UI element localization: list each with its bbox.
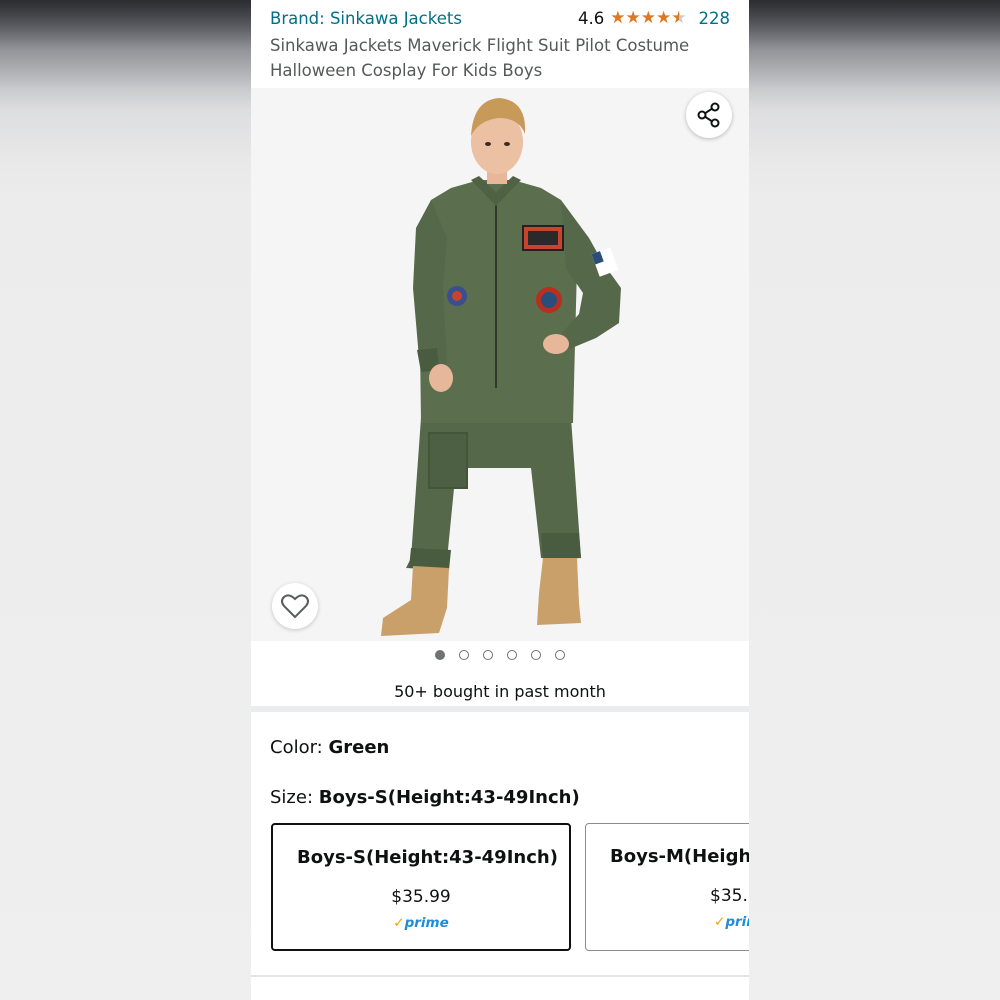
section-divider bbox=[251, 706, 749, 712]
background-right bbox=[749, 0, 1000, 1000]
product-title: Sinkawa Jackets Maverick Flight Suit Pil… bbox=[270, 36, 690, 80]
star-rating-icon: ★ ★ ★ ★ ★ bbox=[610, 10, 686, 27]
carousel-dot[interactable] bbox=[435, 650, 445, 660]
carousel-dot[interactable] bbox=[555, 650, 565, 660]
carousel-dot[interactable] bbox=[531, 650, 541, 660]
review-count-link[interactable]: 228 bbox=[699, 9, 731, 28]
star-icon: ★ bbox=[640, 8, 656, 28]
size-option-price: $35.99 bbox=[391, 887, 451, 907]
size-label: Size: bbox=[270, 787, 319, 808]
product-page: Brand: Sinkawa Jackets 4.6 ★ ★ ★ ★ ★ 228… bbox=[251, 0, 749, 1000]
carousel-dot[interactable] bbox=[459, 650, 469, 660]
background-left bbox=[0, 0, 251, 1000]
size-option-boys-s[interactable]: Boys-S(Height:43-49Inch) $35.99 ✓prime bbox=[271, 823, 571, 951]
add-to-list-button[interactable] bbox=[272, 583, 318, 629]
product-image-carousel[interactable] bbox=[251, 88, 749, 641]
prime-badge: ✓prime bbox=[586, 914, 749, 930]
prime-check-icon: ✓ bbox=[393, 915, 405, 931]
prime-badge: ✓prime bbox=[273, 915, 569, 931]
color-selection: Color: Green bbox=[270, 737, 389, 758]
rating-value: 4.6 bbox=[578, 9, 605, 28]
star-icon: ★ bbox=[610, 8, 626, 28]
carousel-dot[interactable] bbox=[507, 650, 517, 660]
prime-check-icon: ✓ bbox=[714, 914, 726, 930]
heart-icon bbox=[281, 594, 309, 619]
color-label: Color: bbox=[270, 737, 329, 758]
color-value: Green bbox=[328, 737, 390, 758]
size-selection: Size: Boys-S(Height:43-49Inch) bbox=[270, 787, 580, 808]
share-icon bbox=[697, 102, 720, 128]
size-option-label: Boys-M(Height:49-55Inch) bbox=[610, 846, 749, 867]
share-button[interactable] bbox=[686, 92, 732, 138]
prime-label: prime bbox=[725, 914, 749, 930]
product-header: Brand: Sinkawa Jackets 4.6 ★ ★ ★ ★ ★ 228… bbox=[251, 0, 749, 88]
star-icon: ★ bbox=[656, 8, 672, 28]
size-option-boys-m[interactable]: Boys-M(Height:49-55Inch) $35.99 ✓prime bbox=[585, 823, 749, 951]
size-value: Boys-S(Height:43-49Inch) bbox=[318, 787, 580, 808]
product-image bbox=[251, 88, 749, 641]
half-star-icon: ★ bbox=[671, 8, 687, 28]
brand-link[interactable]: Brand: Sinkawa Jackets bbox=[270, 9, 462, 28]
bought-in-past-month: 50+ bought in past month bbox=[394, 682, 606, 701]
size-option-label: Boys-S(Height:43-49Inch) bbox=[297, 847, 558, 868]
section-divider bbox=[251, 975, 749, 977]
carousel-indicators bbox=[251, 650, 749, 660]
prime-label: prime bbox=[404, 915, 449, 931]
rating-summary[interactable]: 4.6 ★ ★ ★ ★ ★ 228 bbox=[578, 9, 730, 28]
size-options: Boys-S(Height:43-49Inch) $35.99 ✓prime B… bbox=[271, 823, 749, 951]
carousel-dot[interactable] bbox=[483, 650, 493, 660]
size-option-price: $35.99 bbox=[710, 886, 749, 906]
star-icon: ★ bbox=[625, 8, 641, 28]
